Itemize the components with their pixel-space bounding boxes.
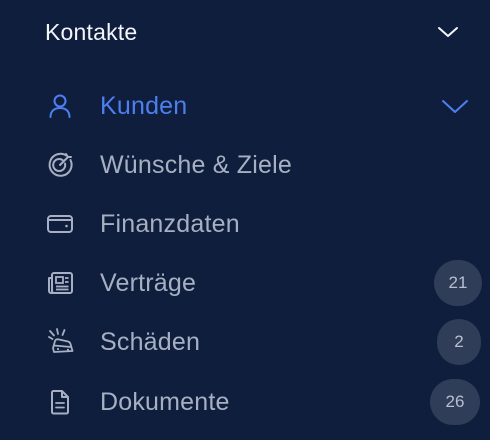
nav-item-finanzdaten[interactable]: Finanzdaten (0, 196, 490, 252)
section-header-kontakte[interactable]: Kontakte (0, 0, 490, 64)
chevron-down-icon[interactable] (440, 95, 470, 117)
wallet-icon (47, 215, 73, 233)
nav-label-wuensche-ziele: Wünsche & Ziele (100, 151, 292, 179)
count-badge-schaeden: 2 (437, 319, 481, 365)
contract-icon (48, 272, 73, 294)
count-badge-dokumente: 26 (430, 379, 480, 425)
nav-label-dokumente: Dokumente (100, 388, 230, 416)
car-damage-icon (48, 328, 74, 353)
nav-label-finanzdaten: Finanzdaten (100, 210, 240, 238)
nav-item-kunden[interactable]: Kunden (0, 78, 490, 134)
nav-item-dokumente[interactable]: Dokumente 26 (0, 374, 490, 430)
nav-label-kunden: Kunden (100, 92, 188, 120)
section-title: Kontakte (45, 19, 138, 45)
user-icon (49, 94, 71, 118)
nav-item-wuensche-ziele[interactable]: Wünsche & Ziele (0, 137, 490, 193)
target-icon (48, 152, 73, 177)
nav-item-schaeden[interactable]: Schäden 2 (0, 314, 490, 370)
nav-label-schaeden: Schäden (100, 328, 201, 356)
nav-label-vertraege: Verträge (100, 269, 197, 297)
count-badge-vertraege: 21 (434, 260, 482, 306)
chevron-down-icon (438, 27, 458, 37)
nav-item-vertraege[interactable]: Verträge 21 (0, 255, 490, 311)
document-icon (51, 390, 69, 415)
